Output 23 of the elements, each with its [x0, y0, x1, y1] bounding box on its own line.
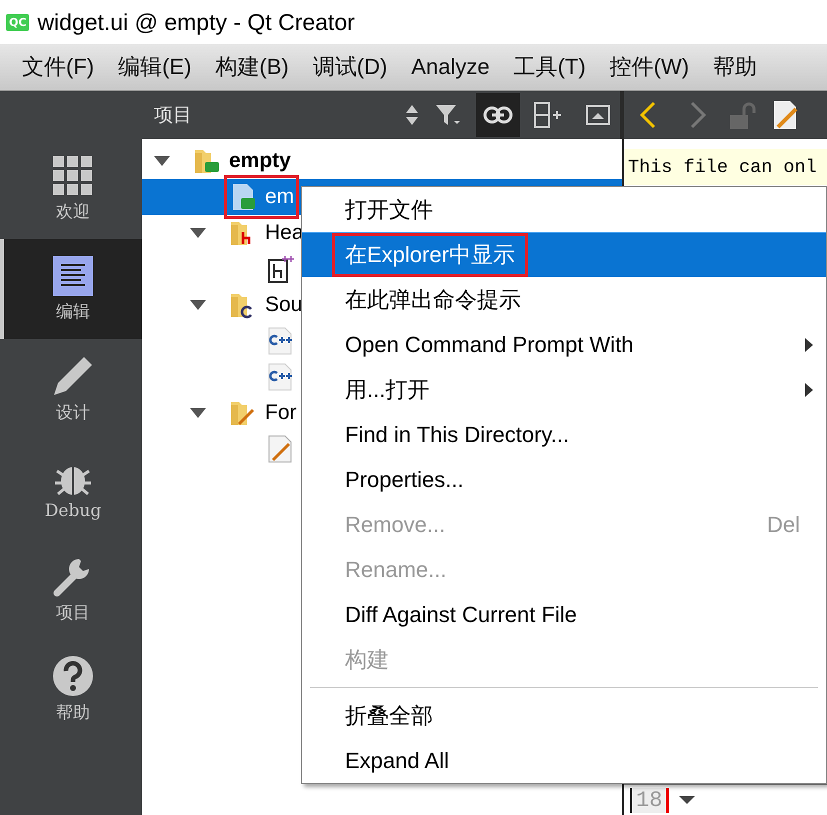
menu-option-label: Diff Against Current File: [344, 600, 578, 629]
tree-item-label: em: [265, 185, 294, 209]
menu-option-label: 在Explorer中显示: [332, 233, 528, 277]
menu-option-label: Expand All: [344, 746, 450, 775]
tree-item-label: empty: [229, 149, 291, 173]
menu-option-label: Find in This Directory...: [344, 420, 570, 449]
menu-option-label: 用...打开: [344, 376, 430, 404]
info-text: This file can onl: [628, 156, 817, 178]
menu-option-label: Properties...: [344, 466, 465, 494]
menu-option-label: Remove...: [344, 510, 446, 538]
pane-title: 项目: [154, 103, 193, 128]
menu-option-label: 在此弹出命令提示: [344, 286, 522, 314]
tree-item-label: For: [265, 401, 296, 425]
app-logo: QC: [6, 14, 30, 30]
tree-item-label: Sou: [265, 293, 302, 317]
menu-option-label: 构建: [344, 646, 390, 674]
menu-option-label: Open Command Prompt With: [344, 330, 635, 359]
line-number: 18: [630, 788, 670, 812]
menu-option-label: Rename...: [344, 556, 448, 584]
menu-option-label: 打开文件: [344, 196, 434, 224]
menu-option-label: 折叠全部: [344, 702, 434, 730]
shortcut-label: Del: [766, 512, 800, 538]
window-title: widget.ui @ empty - Qt Creator: [37, 8, 355, 36]
